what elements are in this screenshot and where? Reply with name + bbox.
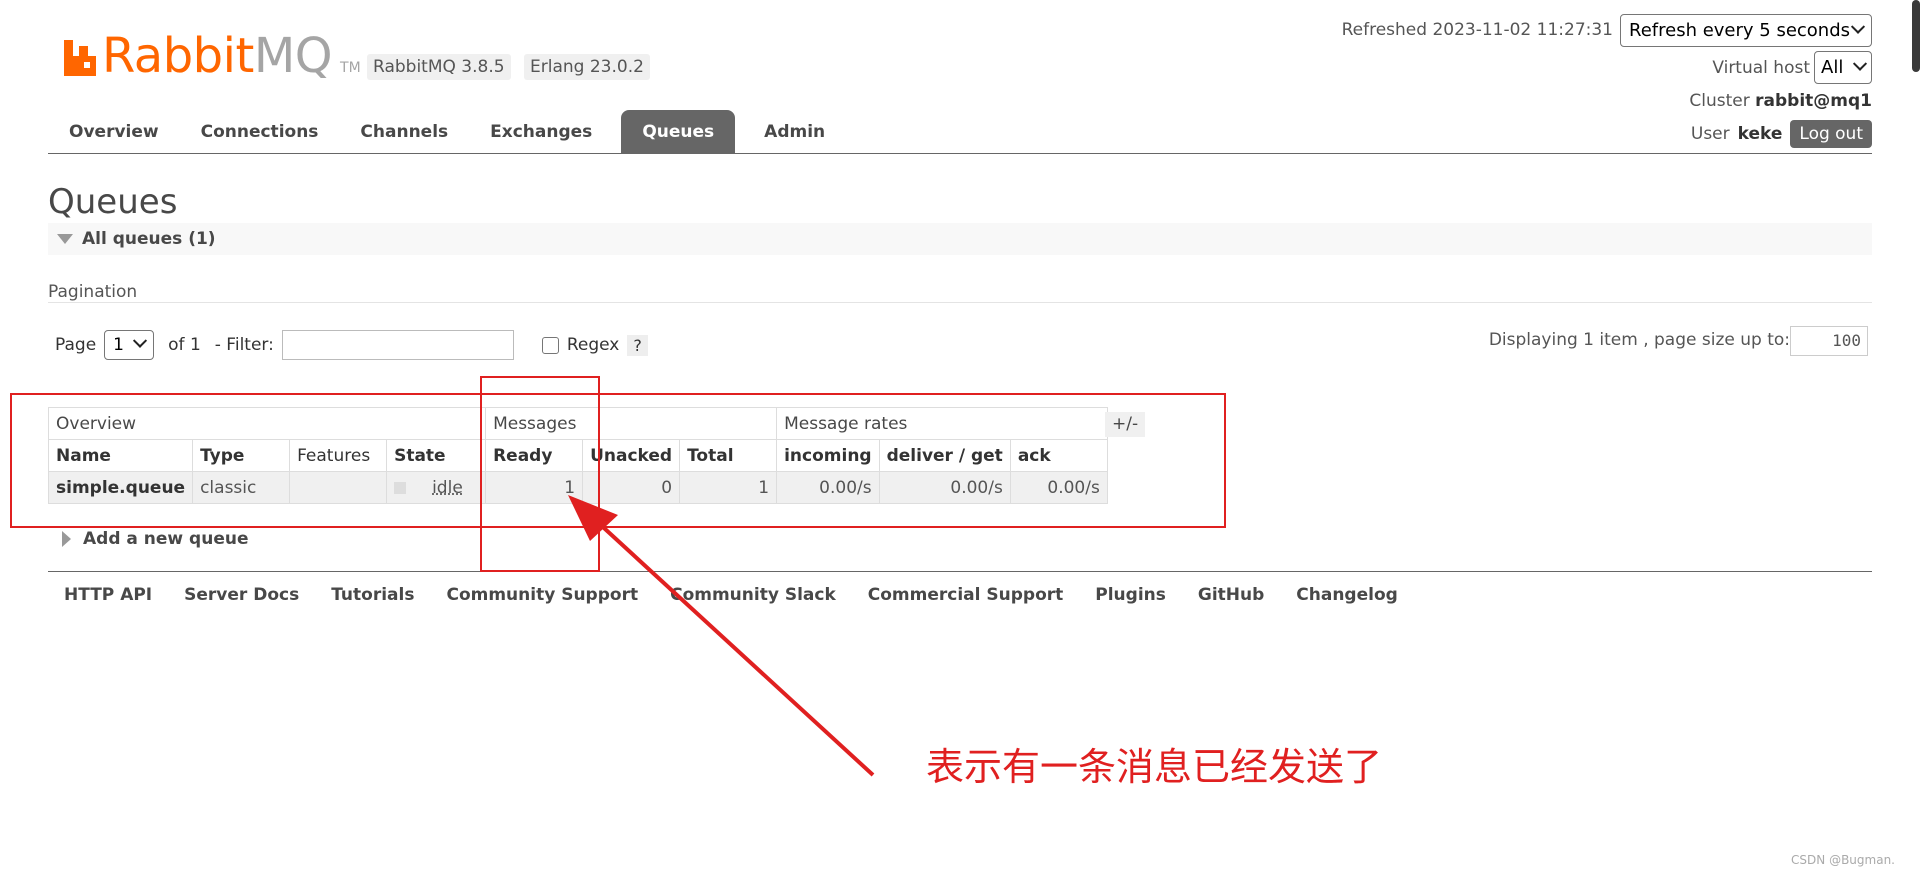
logo-trademark: TM xyxy=(340,60,361,76)
cluster-name: rabbit@mq1 xyxy=(1755,91,1872,111)
footer-link-github[interactable]: GitHub xyxy=(1182,585,1280,605)
tabs-divider xyxy=(48,153,1872,154)
rabbitmq-logo-icon xyxy=(64,40,96,76)
page-of-label: of 1 xyxy=(168,335,201,355)
tab-admin[interactable]: Admin xyxy=(743,110,846,154)
filter-label: - Filter: xyxy=(214,335,274,355)
logo-text-mq: MQ xyxy=(253,28,333,84)
refreshed-timestamp: Refreshed 2023-11-02 11:27:31 xyxy=(1341,20,1613,40)
virtual-host-value: All xyxy=(1821,57,1844,78)
page-select[interactable]: 1 xyxy=(104,330,155,360)
user-info: User keke Log out xyxy=(1691,120,1872,148)
logo-text-rabbit: Rabbit xyxy=(102,28,254,84)
user-name: keke xyxy=(1737,124,1783,144)
footer-link-changelog[interactable]: Changelog xyxy=(1280,585,1414,605)
filter-input[interactable] xyxy=(281,330,514,360)
footer-link-plugins[interactable]: Plugins xyxy=(1079,585,1182,605)
annotation-caption: 表示有一条消息已经发送了 xyxy=(926,745,1383,789)
tab-connections[interactable]: Connections xyxy=(180,110,340,154)
cluster-label: Cluster xyxy=(1689,91,1750,111)
footer-divider xyxy=(48,571,1872,572)
regex-label: Regex xyxy=(566,335,620,355)
chevron-down-icon xyxy=(1852,56,1868,71)
refresh-interval-value: Refresh every 5 seconds xyxy=(1629,20,1851,41)
footer-link-tutorials[interactable]: Tutorials xyxy=(315,585,430,605)
rabbitmq-logo: RabbitMQ TM xyxy=(62,30,361,80)
footer-link-server-docs[interactable]: Server Docs xyxy=(168,585,315,605)
regex-help-button[interactable]: ? xyxy=(627,334,648,356)
cluster-info: Cluster rabbit@mq1 xyxy=(1689,91,1872,111)
tab-queues[interactable]: Queues xyxy=(621,110,736,154)
main-nav-tabs: Overview Connections Channels Exchanges … xyxy=(48,110,846,154)
tab-channels[interactable]: Channels xyxy=(339,110,469,154)
all-queues-section-toggle[interactable]: All queues (1) xyxy=(48,223,1872,255)
watermark: CSDN @Bugman. xyxy=(1791,853,1895,867)
collapse-triangle-icon xyxy=(57,234,73,244)
all-queues-heading: All queues (1) xyxy=(82,229,216,249)
logout-button[interactable]: Log out xyxy=(1790,120,1872,148)
pagination-controls: Page 1 of 1 - Filter: Regex ? xyxy=(55,330,648,360)
add-new-queue-toggle[interactable]: Add a new queue xyxy=(62,529,249,549)
tab-exchanges[interactable]: Exchanges xyxy=(469,110,613,154)
pagination-divider xyxy=(48,302,1872,303)
regex-checkbox[interactable] xyxy=(541,336,559,354)
annotation-arrow-icon xyxy=(568,495,875,777)
tab-overview[interactable]: Overview xyxy=(48,110,180,154)
page-label: Page xyxy=(55,335,97,355)
refresh-interval-select[interactable]: Refresh every 5 seconds xyxy=(1620,14,1872,47)
page-title: Queues xyxy=(48,182,178,222)
virtual-host-label: Virtual host xyxy=(1712,58,1810,78)
page-size-input[interactable]: 100 xyxy=(1790,326,1868,356)
page-select-value: 1 xyxy=(113,335,124,355)
displaying-count: Displaying 1 item , page size up to: xyxy=(1488,330,1790,350)
chevron-down-icon xyxy=(1850,19,1866,34)
chevron-down-icon xyxy=(133,333,148,348)
expand-triangle-icon xyxy=(62,531,71,547)
scrollbar-thumb[interactable] xyxy=(1912,0,1920,72)
footer-link-http-api[interactable]: HTTP API xyxy=(48,585,168,605)
erlang-version-badge: Erlang 23.0.2 xyxy=(524,54,650,80)
virtual-host-select[interactable]: All xyxy=(1814,51,1872,84)
rabbitmq-version-badge: RabbitMQ 3.8.5 xyxy=(367,54,511,80)
add-new-queue-heading: Add a new queue xyxy=(83,529,249,549)
pagination-label: Pagination xyxy=(48,282,138,302)
user-label: User xyxy=(1690,124,1730,144)
